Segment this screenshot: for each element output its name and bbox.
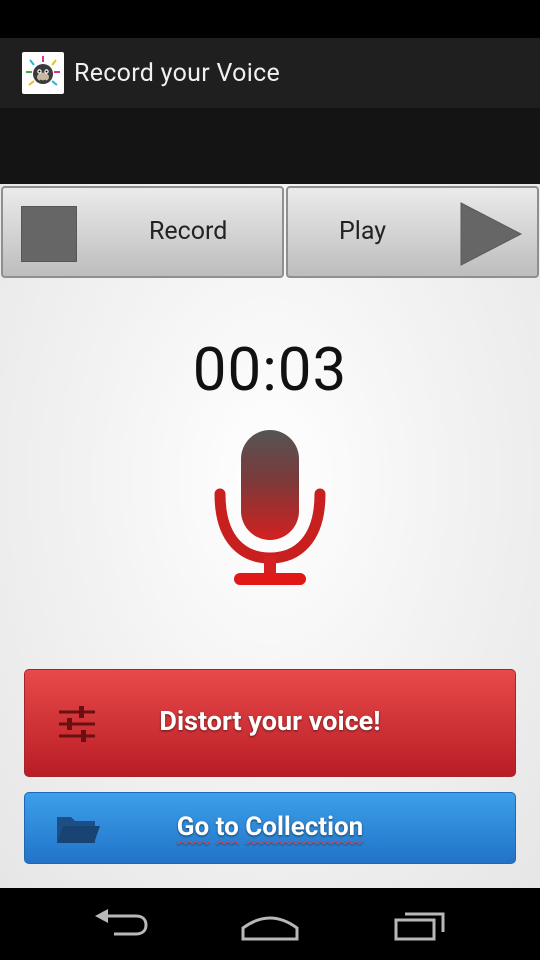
recorder-screen: Record Play 00:03 Distort your voice! Go…: [0, 184, 540, 888]
monkey-face-app-icon[interactable]: [22, 52, 64, 94]
status-bar: [0, 0, 540, 38]
elapsed-timer: 00:03: [192, 334, 348, 405]
distort-voice-button[interactable]: Distort your voice!: [24, 669, 516, 777]
play-label: Play: [339, 217, 387, 246]
go-to-collection-button[interactable]: Go to Collection: [24, 792, 516, 864]
home-icon[interactable]: [240, 906, 300, 942]
record-label: Record: [149, 217, 228, 246]
action-bar: Record your Voice: [0, 38, 540, 108]
stop-square-icon: [21, 206, 77, 262]
header-spacer: [0, 108, 540, 184]
play-triangle-icon: [460, 202, 523, 266]
microphone-icon[interactable]: [208, 428, 332, 588]
navigation-bar: [0, 888, 540, 960]
app-title: Record your Voice: [74, 58, 281, 88]
back-icon[interactable]: [92, 906, 148, 942]
record-button[interactable]: Record: [1, 186, 284, 278]
distort-voice-label: Distort your voice!: [159, 705, 381, 737]
collection-word-to: to: [215, 812, 239, 842]
go-to-collection-label: Go to Collection: [25, 812, 515, 842]
collection-word-go: Go: [176, 812, 210, 842]
collection-word-collection: Collection: [245, 812, 364, 842]
play-button[interactable]: Play: [286, 186, 539, 278]
recent-apps-icon[interactable]: [393, 906, 449, 942]
